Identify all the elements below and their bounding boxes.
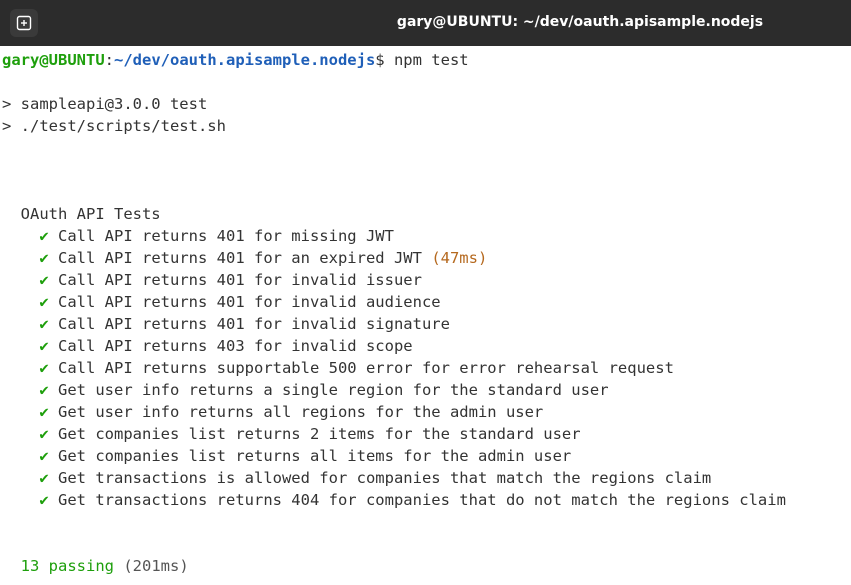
test-name: Call API returns 401 for invalid audienc… [58,293,441,311]
check-icon: ✔ [39,271,49,289]
check-icon: ✔ [39,469,49,487]
check-icon: ✔ [39,425,49,443]
test-result-row: ✔ Call API returns 401 for invalid signa… [2,313,450,335]
prompt-line: gary@UBUNTU:~/dev/oauth.apisample.nodejs… [2,49,469,71]
test-name: Call API returns supportable 500 error f… [58,359,674,377]
check-icon: ✔ [39,249,49,267]
test-result-row: ✔ Call API returns 401 for an expired JW… [2,247,487,269]
total-duration: (201ms) [123,557,189,575]
check-icon: ✔ [39,293,49,311]
test-result-row: ✔ Get user info returns a single region … [2,379,609,401]
check-icon: ✔ [39,315,49,333]
new-tab-button[interactable] [10,9,38,37]
check-icon: ✔ [39,359,49,377]
test-name: Call API returns 403 for invalid scope [58,337,413,355]
test-name: Call API returns 401 for missing JWT [58,227,394,245]
test-result-row: ✔ Get transactions is allowed for compan… [2,467,711,489]
prompt-path: ~/dev/oauth.apisample.nodejs [114,51,376,69]
npm-output-line: > ./test/scripts/test.sh [2,117,226,135]
check-icon: ✔ [39,337,49,355]
prompt-user: gary@UBUNTU [2,51,105,69]
test-name: Get companies list returns all items for… [58,447,572,465]
test-result-row: ✔ Call API returns 403 for invalid scope [2,335,413,357]
test-name: Get user info returns a single region fo… [58,381,609,399]
prompt-command: npm test [384,51,469,69]
check-icon: ✔ [39,447,49,465]
check-icon: ✔ [39,381,49,399]
passing-count: 13 passing [2,557,114,575]
test-name: Get transactions returns 404 for compani… [58,491,786,509]
test-result-row: ✔ Get transactions returns 404 for compa… [2,489,786,511]
test-name: Get transactions is allowed for companie… [58,469,712,487]
test-name: Call API returns 401 for invalid issuer [58,271,422,289]
test-name: Call API returns 401 for an expired JWT [58,249,422,267]
test-duration: (47ms) [431,249,488,267]
test-result-row: ✔ Get user info returns all regions for … [2,401,543,423]
check-icon: ✔ [39,403,49,421]
title-bar: gary@UBUNTU: ~/dev/oauth.apisample.nodej… [0,0,851,46]
test-result-row: ✔ Get companies list returns all items f… [2,445,571,467]
test-result-row: ✔ Call API returns 401 for missing JWT [2,225,394,247]
summary-line: 13 passing (201ms) [2,555,189,577]
terminal-output[interactable]: gary@UBUNTU:~/dev/oauth.apisample.nodejs… [0,46,851,585]
prompt-symbol: $ [375,51,385,69]
test-result-row: ✔ Get companies list returns 2 items for… [2,423,581,445]
new-tab-icon [16,15,32,31]
check-icon: ✔ [39,491,49,509]
test-name: Call API returns 401 for invalid signatu… [58,315,450,333]
test-name: Get user info returns all regions for th… [58,403,544,421]
test-name: Get companies list returns 2 items for t… [58,425,581,443]
check-icon: ✔ [39,227,49,245]
window-title: gary@UBUNTU: ~/dev/oauth.apisample.nodej… [396,14,764,30]
suite-title: OAuth API Tests [2,205,161,223]
test-result-row: ✔ Call API returns 401 for invalid issue… [2,269,422,291]
npm-output-line: > sampleapi@3.0.0 test [2,95,208,113]
test-result-row: ✔ Call API returns supportable 500 error… [2,357,674,379]
prompt-separator: : [104,51,114,69]
test-result-row: ✔ Call API returns 401 for invalid audie… [2,291,441,313]
